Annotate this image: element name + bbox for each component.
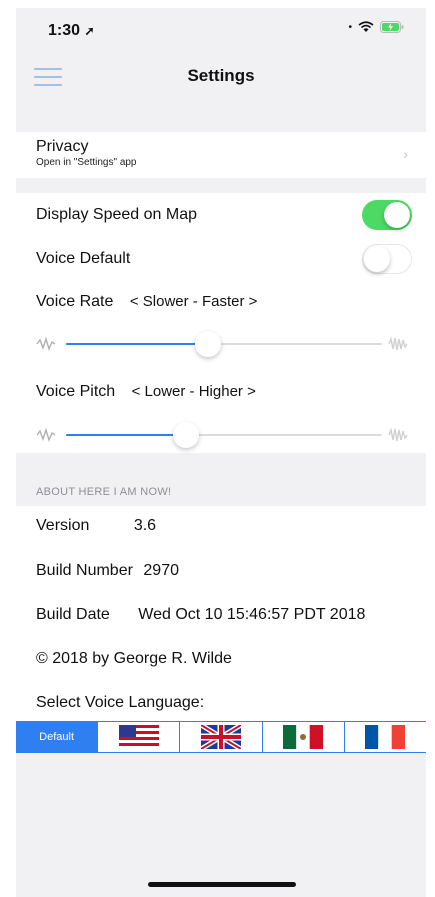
wave-high-icon bbox=[388, 336, 408, 351]
navigation-bar: Settings bbox=[16, 52, 426, 104]
page-title: Settings bbox=[187, 66, 255, 85]
wifi-icon bbox=[358, 21, 374, 32]
uk-flag-icon bbox=[201, 725, 241, 749]
build-number-value: 2970 bbox=[143, 562, 179, 579]
wave-high-icon bbox=[388, 427, 408, 442]
signal-icon: • bbox=[348, 21, 352, 33]
chevron-right-icon: › bbox=[403, 146, 408, 162]
home-indicator bbox=[148, 882, 296, 887]
battery-charging-icon bbox=[380, 21, 404, 33]
language-segment-france[interactable] bbox=[345, 722, 426, 752]
options-group: Display Speed on Map Voice Default Voice… bbox=[16, 193, 426, 453]
settings-screen: 1:30 ➚ • Settings Privacy Open in "Setti… bbox=[16, 8, 426, 897]
language-segment-default[interactable]: Default bbox=[16, 722, 99, 752]
build-number-row: Build Number 2970 bbox=[36, 562, 179, 580]
version-value: 3.6 bbox=[133, 517, 157, 534]
us-flag-icon bbox=[118, 725, 159, 749]
location-arrow-icon: ➚ bbox=[84, 24, 95, 38]
france-flag-icon bbox=[365, 725, 406, 749]
privacy-subtitle: Open in "Settings" app bbox=[36, 157, 137, 168]
display-speed-toggle[interactable] bbox=[362, 200, 412, 230]
version-label: Version bbox=[36, 517, 90, 534]
voice-rate-hint: < Slower - Faster > bbox=[129, 293, 258, 310]
voice-language-segmented-control[interactable]: Default bbox=[16, 721, 426, 753]
voice-pitch-slider[interactable] bbox=[36, 421, 408, 449]
about-section-header: ABOUT HERE I AM NOW! bbox=[36, 486, 172, 498]
build-date-row: Build Date Wed Oct 10 15:46:57 PDT 2018 bbox=[36, 606, 365, 624]
voice-default-toggle[interactable] bbox=[362, 244, 412, 274]
select-language-label: Select Voice Language: bbox=[36, 694, 205, 711]
wave-low-icon bbox=[36, 336, 56, 352]
build-date-label: Build Date bbox=[36, 606, 110, 623]
privacy-label: Privacy bbox=[36, 138, 89, 155]
voice-pitch-hint: < Lower - Higher > bbox=[131, 383, 256, 400]
about-group: Version 3.6 Build Number 2970 Build Date… bbox=[16, 506, 426, 721]
build-number-label: Build Number bbox=[36, 562, 133, 579]
voice-rate-slider[interactable] bbox=[36, 330, 408, 358]
voice-rate-label: Voice Rate bbox=[36, 293, 114, 310]
privacy-row[interactable]: Privacy Open in "Settings" app › bbox=[16, 132, 426, 178]
voice-pitch-label: Voice Pitch bbox=[36, 383, 116, 400]
display-speed-label: Display Speed on Map bbox=[36, 206, 197, 223]
language-segment-uk[interactable] bbox=[180, 722, 263, 752]
version-row: Version 3.6 bbox=[36, 517, 156, 535]
wave-low-icon bbox=[36, 427, 56, 443]
language-segment-us[interactable] bbox=[98, 722, 181, 752]
language-segment-mexico[interactable] bbox=[263, 722, 345, 752]
voice-pitch-row: Voice Pitch < Lower - Higher > bbox=[36, 383, 256, 401]
status-bar: 1:30 ➚ • bbox=[16, 8, 426, 52]
voice-default-label: Voice Default bbox=[36, 250, 131, 267]
copyright-text: © 2018 by George R. Wilde bbox=[36, 650, 232, 667]
mexico-flag-icon bbox=[283, 725, 324, 749]
status-time: 1:30 ➚ bbox=[48, 22, 95, 39]
build-date-value: Wed Oct 10 15:46:57 PDT 2018 bbox=[138, 606, 366, 623]
voice-rate-row: Voice Rate < Slower - Faster > bbox=[36, 293, 257, 311]
